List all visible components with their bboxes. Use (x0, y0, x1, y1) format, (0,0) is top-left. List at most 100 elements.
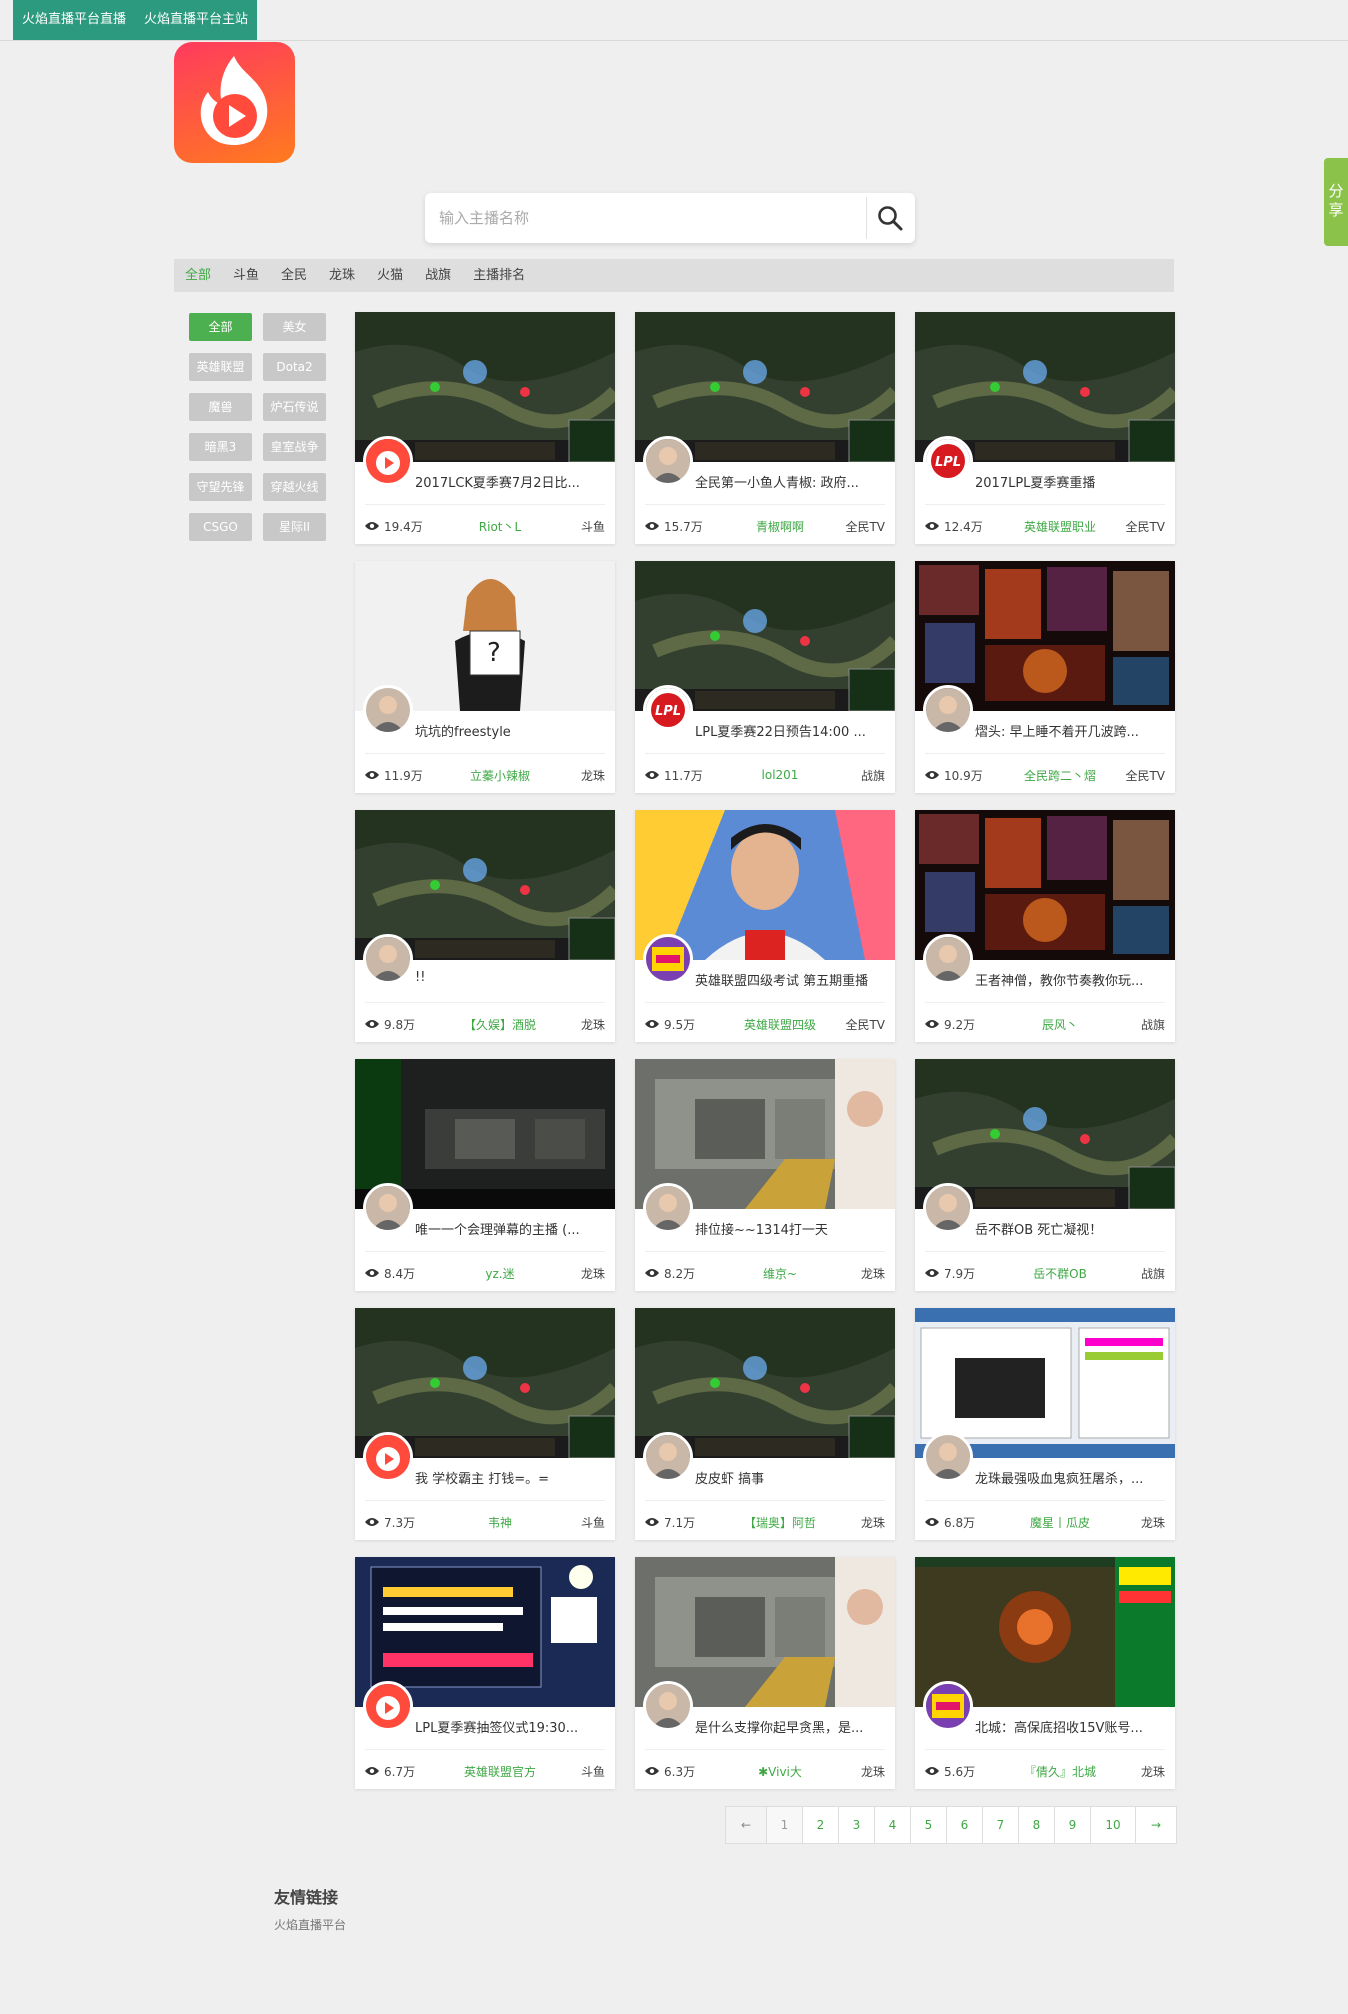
anchor-avatar[interactable] (923, 1681, 973, 1731)
anchor-avatar[interactable] (923, 1432, 973, 1482)
anchor-name[interactable]: yz.迷 (455, 1265, 545, 1282)
anchor-name[interactable]: 辰风丶 (1015, 1016, 1105, 1033)
anchor-avatar[interactable] (363, 685, 413, 735)
stream-title[interactable]: 排位接~~1314打一天 (695, 1219, 887, 1238)
anchor-name[interactable]: 全民跨二丶熠 (1015, 767, 1105, 784)
stream-title[interactable]: 坑坑的freestyle (415, 721, 607, 740)
stream-card[interactable]: 2017LCK夏季赛7月2日比... 19.4万 Riot丶L 斗鱼 (355, 312, 615, 544)
anchor-name[interactable]: 【久娱】酒脱 (455, 1016, 545, 1033)
prev-page-button[interactable]: ← (726, 1807, 766, 1843)
anchor-avatar[interactable] (923, 934, 973, 984)
category-button[interactable]: 魔兽 (189, 393, 252, 421)
anchor-name[interactable]: 立蓁小辣椒 (455, 767, 545, 784)
anchor-avatar[interactable] (643, 1432, 693, 1482)
anchor-name[interactable]: 【瑞奥】阿哲 (735, 1514, 825, 1531)
anchor-avatar[interactable] (363, 1183, 413, 1233)
stream-card[interactable]: 皮皮虾 搞事 7.1万 【瑞奥】阿哲 龙珠 (635, 1308, 895, 1540)
category-button[interactable]: 美女 (263, 313, 326, 341)
anchor-avatar[interactable] (363, 1681, 413, 1731)
anchor-avatar[interactable] (363, 436, 413, 486)
anchor-avatar[interactable] (643, 934, 693, 984)
stream-card[interactable]: !! 9.8万 【久娱】酒脱 龙珠 (355, 810, 615, 1042)
page-button[interactable]: 1 (766, 1807, 802, 1843)
anchor-avatar[interactable]: LPL (643, 685, 693, 735)
stream-title[interactable]: 龙珠最强吸血鬼疯狂屠杀，... (975, 1468, 1167, 1487)
stream-title[interactable]: 北城：高保底招收15V账号... (975, 1717, 1167, 1736)
anchor-name[interactable]: 『倩久』北城 (1015, 1763, 1105, 1780)
stream-card[interactable]: 岳不群OB 死亡凝视！ 7.9万 岳不群OB 战旗 (915, 1059, 1175, 1291)
anchor-avatar[interactable] (643, 436, 693, 486)
stream-title[interactable]: 熠头: 早上睡不着开几波跨... (975, 721, 1167, 740)
stream-title[interactable]: LPL夏季赛抽签仪式19:30... (415, 1717, 607, 1736)
category-button[interactable]: Dota2 (263, 353, 326, 381)
top-nav-link-live[interactable]: 火焰直播平台直播 (13, 0, 135, 40)
stream-card[interactable]: LPL LPL夏季赛22日预告14:00 ... 11.7万 lol201 战旗 (635, 561, 895, 793)
stream-card[interactable]: 唯一一个会理弹幕的主播 (... 8.4万 yz.迷 龙珠 (355, 1059, 615, 1291)
search-button[interactable] (866, 197, 913, 239)
stream-card[interactable]: 北城：高保底招收15V账号... 5.6万 『倩久』北城 龙珠 (915, 1557, 1175, 1789)
category-button[interactable]: 炉石传说 (263, 393, 326, 421)
category-button[interactable]: 守望先锋 (189, 473, 252, 501)
page-button[interactable]: 8 (1018, 1807, 1054, 1843)
category-button[interactable]: 星际II (263, 513, 326, 541)
anchor-name[interactable]: 英雄联盟四级 (735, 1016, 825, 1033)
anchor-avatar[interactable] (923, 685, 973, 735)
category-button[interactable]: 英雄联盟 (189, 353, 252, 381)
anchor-avatar[interactable]: LPL (923, 436, 973, 486)
friend-link[interactable]: 火焰直播平台 (274, 1916, 346, 1933)
anchor-name[interactable]: 韦神 (455, 1514, 545, 1531)
anchor-avatar[interactable] (923, 1183, 973, 1233)
page-button[interactable]: 7 (982, 1807, 1018, 1843)
site-logo[interactable] (174, 42, 295, 163)
page-button[interactable]: 4 (874, 1807, 910, 1843)
stream-card[interactable]: 王者神僧，教你节奏教你玩... 9.2万 辰风丶 战旗 (915, 810, 1175, 1042)
stream-card[interactable]: 排位接~~1314打一天 8.2万 维京~ 龙珠 (635, 1059, 895, 1291)
stream-card[interactable]: LPL夏季赛抽签仪式19:30... 6.7万 英雄联盟官方 斗鱼 (355, 1557, 615, 1789)
stream-title[interactable]: 英雄联盟四级考试 第五期重播 (695, 970, 887, 989)
stream-card[interactable]: 全民第一小鱼人青椒: 政府... 15.7万 青椒啊啊 全民TV (635, 312, 895, 544)
tab-longzhu[interactable]: 龙珠 (318, 259, 366, 292)
category-button[interactable]: CSGO (189, 513, 252, 541)
top-nav-link-main-site[interactable]: 火焰直播平台主站 (135, 0, 257, 40)
tab-quanmin[interactable]: 全民 (270, 259, 318, 292)
stream-card[interactable]: 英雄联盟四级考试 第五期重播 9.5万 英雄联盟四级 全民TV (635, 810, 895, 1042)
stream-card[interactable]: 我 学校霸主 打钱=。= 7.3万 韦神 斗鱼 (355, 1308, 615, 1540)
page-button[interactable]: 3 (838, 1807, 874, 1843)
stream-card[interactable]: LPL 2017LPL夏季赛重播 12.4万 英雄联盟职业 全民TV (915, 312, 1175, 544)
anchor-name[interactable]: 青椒啊啊 (735, 518, 825, 535)
stream-title[interactable]: 2017LPL夏季赛重播 (975, 472, 1167, 491)
stream-card[interactable]: ? 坑坑的freestyle 11.9万 立蓁小辣椒 龙珠 (355, 561, 615, 793)
tab-all[interactable]: 全部 (174, 259, 222, 292)
stream-title[interactable]: !! (415, 970, 607, 985)
stream-card[interactable]: 是什么支撑你起早贪黑，是... 6.3万 ✱Vivi大 龙珠 (635, 1557, 895, 1789)
tab-huomao[interactable]: 火猫 (366, 259, 414, 292)
stream-title[interactable]: 皮皮虾 搞事 (695, 1468, 887, 1487)
page-button[interactable]: 9 (1054, 1807, 1090, 1843)
anchor-name[interactable]: 岳不群OB (1015, 1265, 1105, 1282)
next-page-button[interactable]: → (1135, 1807, 1176, 1843)
page-button[interactable]: 2 (802, 1807, 838, 1843)
stream-title[interactable]: 王者神僧，教你节奏教你玩... (975, 970, 1167, 989)
stream-title[interactable]: 唯一一个会理弹幕的主播 (... (415, 1219, 607, 1238)
anchor-avatar[interactable] (363, 934, 413, 984)
stream-card[interactable]: 龙珠最强吸血鬼疯狂屠杀，... 6.8万 魔星丨瓜皮 龙珠 (915, 1308, 1175, 1540)
category-button[interactable]: 皇室战争 (263, 433, 326, 461)
anchor-avatar[interactable] (643, 1183, 693, 1233)
stream-title[interactable]: 岳不群OB 死亡凝视！ (975, 1219, 1167, 1238)
anchor-name[interactable]: 英雄联盟官方 (455, 1763, 545, 1780)
tab-zhanqi[interactable]: 战旗 (414, 259, 462, 292)
page-button[interactable]: 10 (1090, 1807, 1135, 1843)
search-input[interactable] (425, 193, 855, 243)
category-button[interactable]: 穿越火线 (263, 473, 326, 501)
stream-title[interactable]: 2017LCK夏季赛7月2日比... (415, 472, 607, 491)
stream-title[interactable]: 是什么支撑你起早贪黑，是... (695, 1717, 887, 1736)
anchor-name[interactable]: 魔星丨瓜皮 (1015, 1514, 1105, 1531)
anchor-name[interactable]: lol201 (735, 768, 825, 782)
anchor-name[interactable]: 维京~ (735, 1265, 825, 1282)
category-button[interactable]: 暗黑3 (189, 433, 252, 461)
stream-title[interactable]: LPL夏季赛22日预告14:00 ... (695, 721, 887, 740)
anchor-name[interactable]: Riot丶L (455, 518, 545, 535)
anchor-name[interactable]: ✱Vivi大 (735, 1763, 825, 1780)
tab-anchor-ranking[interactable]: 主播排名 (462, 259, 536, 292)
category-button[interactable]: 全部 (189, 313, 252, 341)
